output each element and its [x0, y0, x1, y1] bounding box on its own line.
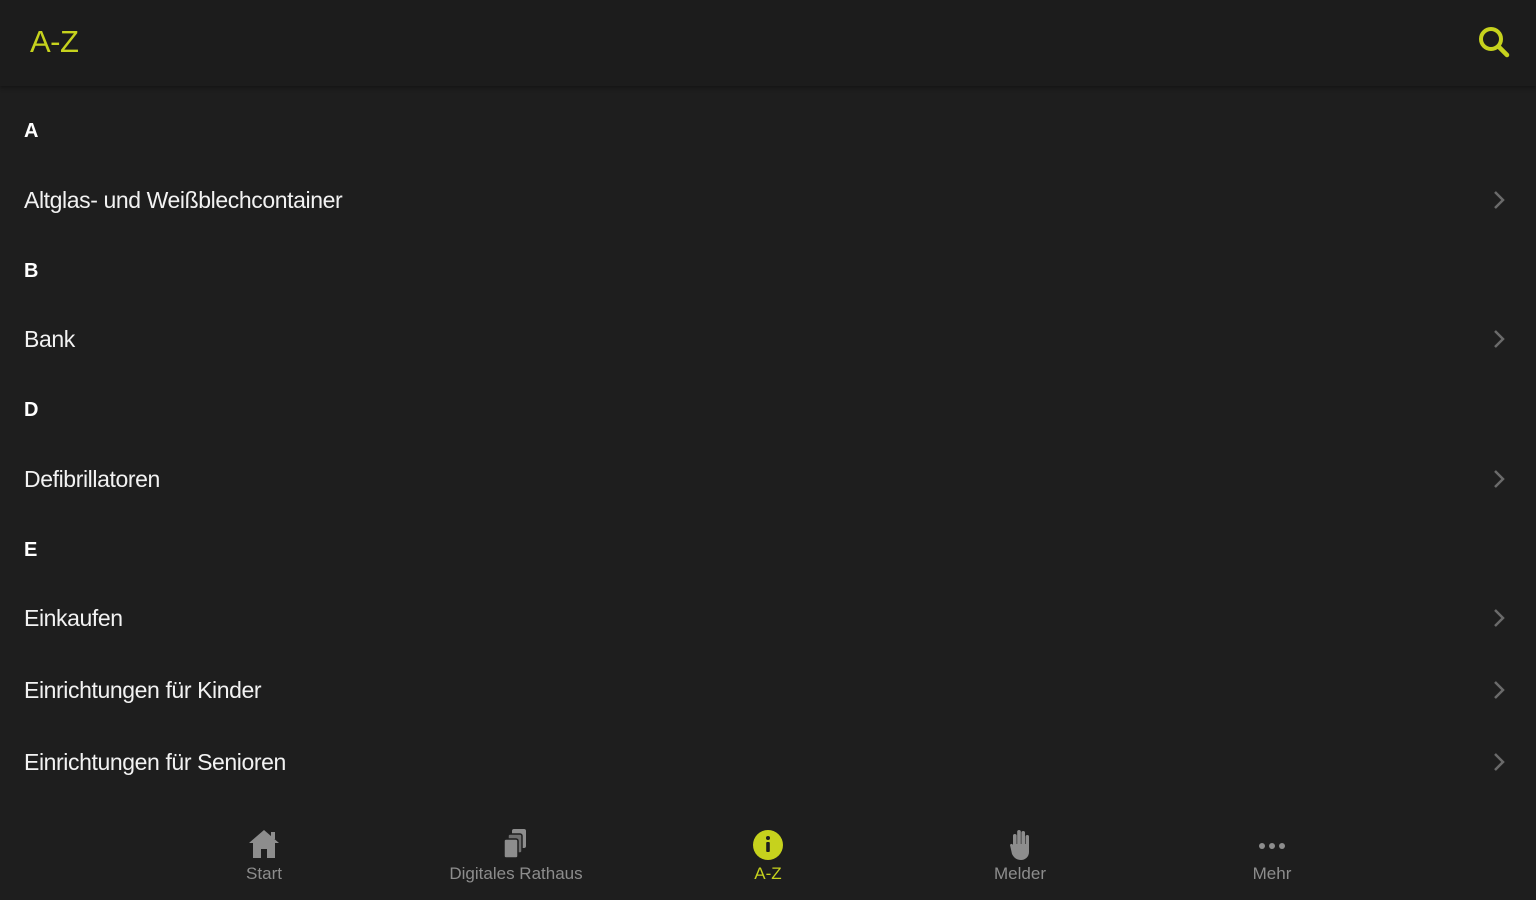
list-item-altglas[interactable]: Altglas- und Weißblechcontainer — [0, 170, 1536, 230]
list-item-einkaufen[interactable]: Einkaufen — [0, 588, 1536, 648]
nav-label: Melder — [994, 864, 1046, 883]
info-circle-icon — [753, 830, 783, 860]
nav-item-a-z[interactable]: A-Z — [658, 826, 878, 896]
list-item-label: Einkaufen — [24, 605, 123, 631]
section-header-e: E — [24, 539, 38, 561]
top-app-bar: A-Z — [0, 0, 1536, 86]
az-list: A Altglas- und Weißblechcontainer B Bank… — [0, 86, 1536, 808]
list-item-label: Bank — [24, 326, 75, 352]
chevron-right-icon — [1494, 330, 1505, 348]
chevron-right-icon — [1494, 609, 1505, 627]
list-item-label: Einrichtungen für Senioren — [24, 749, 286, 775]
chevron-right-icon — [1494, 753, 1505, 771]
hand-icon — [1010, 830, 1029, 860]
nav-label: Digitales Rathaus — [449, 864, 583, 883]
home-icon — [249, 830, 279, 858]
app-screen: A-Z A Altglas- und Weißblechcontainer B … — [0, 0, 1536, 900]
section-header-a: A — [24, 120, 39, 142]
nav-label: Start — [246, 864, 282, 883]
nav-label: Mehr — [1252, 864, 1292, 883]
chevron-right-icon — [1494, 681, 1505, 699]
nav-item-mehr[interactable]: Mehr — [1162, 826, 1382, 896]
nav-item-melder[interactable]: Melder — [910, 826, 1130, 896]
chevron-right-icon — [1494, 191, 1505, 209]
nav-item-digitales-rathaus[interactable]: Digitales Rathaus — [406, 826, 626, 896]
list-item-label: Defibrillatoren — [24, 466, 160, 492]
nav-item-start[interactable]: Start — [154, 826, 374, 896]
list-item-bank[interactable]: Bank — [0, 309, 1536, 369]
page-title: A-Z — [30, 24, 79, 59]
bottom-navigation: Start Digitales Rathaus A-Z Melder Mehr — [0, 808, 1536, 900]
nav-label: A-Z — [754, 864, 782, 883]
more-dots-icon — [1259, 843, 1285, 849]
list-item-einrichtungen-kinder[interactable]: Einrichtungen für Kinder — [0, 660, 1536, 720]
section-header-b: B — [24, 260, 39, 282]
search-icon — [1479, 27, 1510, 58]
section-header-d: D — [24, 399, 39, 421]
search-button[interactable] — [1474, 22, 1514, 62]
list-item-label: Einrichtungen für Kinder — [24, 677, 262, 703]
list-item-einrichtungen-senioren[interactable]: Einrichtungen für Senioren — [0, 732, 1536, 792]
documents-icon — [503, 829, 526, 859]
list-item-defibrillatoren[interactable]: Defibrillatoren — [0, 449, 1536, 509]
chevron-right-icon — [1494, 470, 1505, 488]
list-item-label: Altglas- und Weißblechcontainer — [24, 187, 343, 213]
